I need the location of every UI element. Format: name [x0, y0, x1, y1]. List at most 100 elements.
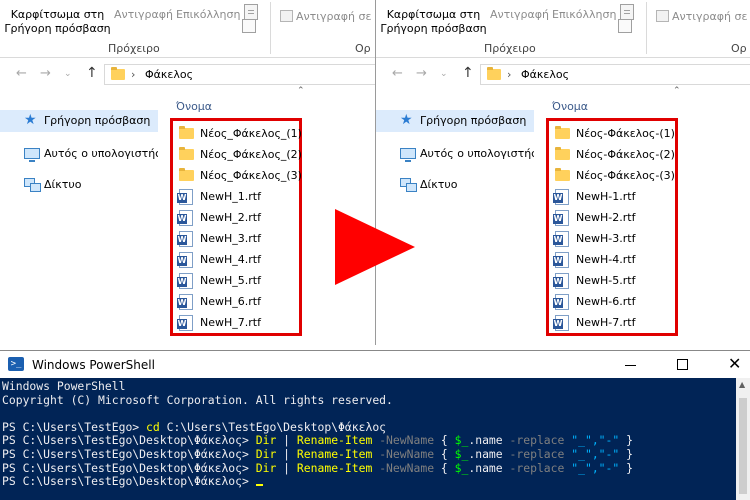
folder-icon [179, 168, 194, 181]
powershell-title-bar[interactable]: >_ Windows PowerShell ✕ [0, 350, 750, 378]
highlighted-file-list: Νέος-Φάκελος-(1) Νέος-Φάκελος-(2) Νέος-Φ… [546, 118, 678, 336]
maximize-icon[interactable] [677, 359, 688, 370]
highlighted-file-list: Νέος_Φάκελος_(1) Νέος_Φάκελος_(2) Νέος_Φ… [170, 118, 302, 336]
pin-to-quick-access-button[interactable]: Καρφίτσωμα στη Γρήγορη πρόσβαση [376, 8, 491, 36]
computer-icon [24, 148, 40, 162]
forward-arrow-icon[interactable]: → [40, 66, 51, 81]
copy-button[interactable]: Αντιγραφή [490, 8, 549, 21]
list-item[interactable]: Νέος_Φάκελος_(1) [179, 123, 302, 144]
list-item[interactable]: NewH_3.rtf [177, 228, 299, 249]
copy-to-button[interactable]: Αντιγραφή σε [672, 10, 747, 23]
console-output[interactable]: Windows PowerShell Copyright (C) Microsof… [0, 378, 736, 500]
scrollbar[interactable]: ▲ [736, 378, 750, 500]
list-item[interactable]: Νέος_Φάκελος_(3) [179, 165, 302, 186]
variable: $_ [454, 460, 469, 475]
scrollbar-thumb[interactable] [739, 398, 747, 494]
list-item[interactable]: NewH-3.rtf [553, 228, 675, 249]
minimize-icon[interactable] [625, 365, 636, 366]
back-arrow-icon[interactable]: ← [392, 66, 403, 81]
nav-item-quick-access[interactable]: ★ Γρήγορη πρόσβαση [0, 110, 158, 132]
collapse-chevron-icon[interactable]: ⌃ [673, 86, 681, 96]
copy-to-icon[interactable] [656, 10, 669, 22]
recent-locations-chevron-icon[interactable]: ⌄ [440, 69, 448, 79]
folder-icon [487, 67, 501, 80]
nav-item-quick-access[interactable]: ★ Γρήγορη πρόσβαση [376, 110, 534, 132]
up-arrow-icon[interactable]: ↑ [462, 65, 474, 81]
scroll-up-icon[interactable]: ▲ [739, 380, 745, 389]
clipboard-icon[interactable] [244, 4, 258, 20]
column-header-name[interactable]: Όνομα [552, 100, 588, 113]
document-icon [177, 210, 193, 226]
nav-item-network[interactable]: Δίκτυο [0, 174, 158, 196]
copy-to-button[interactable]: Αντιγραφή σε [296, 10, 371, 23]
close-icon[interactable]: ✕ [728, 354, 741, 374]
file-name: NewH_2.rtf [200, 211, 261, 224]
nav-item-network[interactable]: Δίκτυο [376, 174, 534, 196]
navigation-bar: ← → ⌄ ↑ › Φάκελος [376, 62, 750, 86]
list-item[interactable]: Νέος-Φάκελος-(3) [555, 165, 675, 186]
ribbon-divider [646, 2, 647, 54]
list-item[interactable]: NewH-1.rtf [553, 186, 675, 207]
command: Rename-Item [296, 446, 373, 461]
list-item[interactable]: Νέος-Φάκελος-(2) [555, 144, 675, 165]
up-arrow-icon[interactable]: ↑ [86, 65, 98, 81]
nav-item-label: Δίκτυο [420, 178, 458, 191]
computer-icon [400, 148, 416, 162]
list-item[interactable]: NewH-6.rtf [553, 291, 675, 312]
console-line: PS C:\Users\TestEgo\Desktop\Φάκελος> [2, 474, 736, 489]
document-icon [177, 294, 193, 310]
back-arrow-icon[interactable]: ← [16, 66, 27, 81]
clipboard-icon[interactable] [620, 4, 634, 20]
file-name: NewH_5.rtf [200, 274, 261, 287]
list-item[interactable]: Νέος-Φάκελος-(1) [555, 123, 675, 144]
breadcrumb-folder[interactable]: Φάκελος [145, 68, 193, 81]
breadcrumb-chevron-icon[interactable]: › [507, 68, 511, 81]
explorer-window-after: Καρφίτσωμα στη Γρήγορη πρόσβαση Αντιγραφ… [375, 0, 750, 345]
command: Rename-Item [296, 433, 373, 448]
nav-item-label: Αυτός ο υπολογιστής [44, 147, 158, 160]
list-item[interactable]: NewH-4.rtf [553, 249, 675, 270]
breadcrumb-chevron-icon[interactable]: › [131, 68, 135, 81]
list-item[interactable]: NewH_6.rtf [177, 291, 299, 312]
copy-button[interactable]: Αντιγραφή [114, 8, 173, 21]
column-header-name[interactable]: Όνομα [176, 100, 212, 113]
list-item[interactable]: NewH-2.rtf [553, 207, 675, 228]
file-name: NewH-6.rtf [576, 295, 636, 308]
address-bar[interactable]: › Φάκελος [480, 64, 750, 85]
list-item[interactable]: NewH-5.rtf [553, 270, 675, 291]
ribbon: Καρφίτσωμα στη Γρήγορη πρόσβαση Αντιγραφ… [0, 0, 375, 58]
forward-arrow-icon[interactable]: → [416, 66, 427, 81]
file-name: NewH_1.rtf [200, 190, 261, 203]
list-item[interactable]: NewH_4.rtf [177, 249, 299, 270]
file-name: NewH-2.rtf [576, 211, 636, 224]
nav-item-this-pc[interactable]: Αυτός ο υπολογιστής [0, 143, 158, 165]
address-bar[interactable]: › Φάκελος [104, 64, 375, 85]
document-icon [177, 189, 193, 205]
folder-icon [555, 168, 570, 181]
navigation-bar: ← → ⌄ ↑ › Φάκελος [0, 62, 375, 86]
paste-shortcut-icon[interactable] [618, 19, 632, 33]
paste-button[interactable]: Επικόλληση [176, 8, 240, 21]
collapse-chevron-icon[interactable]: ⌃ [297, 86, 305, 96]
breadcrumb-folder[interactable]: Φάκελος [521, 68, 569, 81]
list-item[interactable]: NewH_2.rtf [177, 207, 299, 228]
paste-shortcut-icon[interactable] [242, 19, 256, 33]
command: Dir [255, 446, 277, 461]
nav-item-this-pc[interactable]: Αυτός ο υπολογιστής [376, 143, 534, 165]
document-icon [553, 273, 569, 289]
recent-locations-chevron-icon[interactable]: ⌄ [64, 69, 72, 79]
list-item[interactable]: Νέος_Φάκελος_(2) [179, 144, 302, 165]
copy-to-icon[interactable] [280, 10, 293, 22]
list-item[interactable]: NewH_5.rtf [177, 270, 299, 291]
document-icon [177, 231, 193, 247]
list-item[interactable]: NewH_7.rtf [177, 312, 299, 333]
list-item[interactable]: NewH_1.rtf [177, 186, 299, 207]
paste-button[interactable]: Επικόλληση [552, 8, 616, 21]
list-item[interactable]: NewH-7.rtf [553, 312, 675, 333]
operator: -replace [509, 460, 572, 475]
nav-item-label: Γρήγορη πρόσβαση [44, 114, 151, 127]
console-line: PS C:\Users\TestEgo\Desktop\Φάκελος> Dir… [2, 460, 736, 476]
property: .name [468, 460, 510, 475]
pin-to-quick-access-button[interactable]: Καρφίτσωμα στη Γρήγορη πρόσβαση [0, 8, 115, 36]
file-name: NewH-1.rtf [576, 190, 636, 203]
